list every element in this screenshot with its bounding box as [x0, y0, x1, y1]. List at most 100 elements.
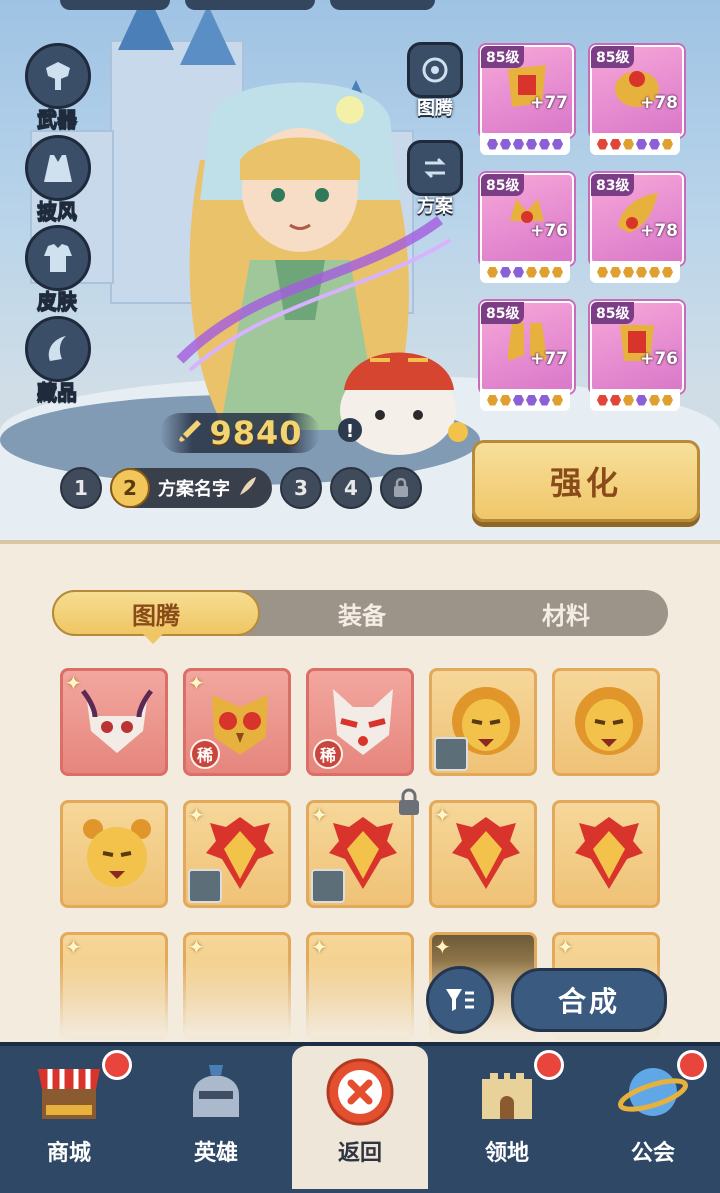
pet-companion[interactable]: !: [330, 330, 470, 460]
equipment-gems: [590, 133, 680, 155]
nav-label: 商城: [46, 1141, 91, 1166]
gem-socket: [500, 394, 511, 406]
plan-button-2-active[interactable]: 2 方案名字: [110, 468, 272, 508]
equipment-enhance: +77: [530, 93, 568, 113]
close-icon: [326, 1058, 394, 1126]
equipment-slot-1[interactable]: 85级 +77: [480, 45, 574, 163]
plan-button-3[interactable]: 3: [280, 467, 322, 509]
gem-socket: [623, 138, 634, 150]
plan-selector: 1 2 方案名字 3 4: [60, 467, 422, 509]
totem-item[interactable]: ✦: [60, 668, 168, 776]
gem-socket: [552, 266, 563, 278]
gem-socket: [597, 138, 608, 150]
equipment-enhance: +77: [530, 349, 568, 369]
hero-avatar: [311, 869, 345, 903]
side-label: 藏品: [37, 380, 78, 405]
gem-socket: [636, 266, 647, 278]
totem-item[interactable]: ✦: [183, 800, 291, 908]
gem-socket: [539, 138, 550, 150]
totem-item[interactable]: ✦ 稀: [183, 668, 291, 776]
nav-back[interactable]: 返回: [305, 1055, 415, 1175]
equipment-slot-2[interactable]: 85级 +78: [590, 45, 684, 163]
cape-icon: [25, 135, 91, 201]
equipment-level: 85级: [591, 46, 635, 68]
notification-dot: [102, 1050, 132, 1080]
star-icon: ✦: [557, 935, 574, 959]
nav-label: 公会: [630, 1141, 675, 1166]
compose-button[interactable]: 合成: [511, 968, 667, 1032]
gem-socket: [487, 138, 498, 150]
totem-item[interactable]: [429, 668, 537, 776]
hero-avatar: [434, 737, 468, 771]
star-icon: ✦: [434, 935, 451, 959]
plan-active-number: 2: [110, 468, 150, 508]
side-label: 皮肤: [37, 289, 78, 314]
plan-lock-icon: [380, 467, 422, 509]
star-icon: ✦: [65, 935, 82, 959]
compose-label: 合成: [557, 985, 620, 1018]
side-label: 武器: [37, 107, 78, 132]
equipment-slot-6[interactable]: 85级 +76: [590, 301, 684, 419]
eagle-mask-icon: [575, 817, 643, 889]
tab-equipment[interactable]: 装备: [260, 590, 464, 636]
gem-socket: [623, 266, 634, 278]
equipment-slot-5[interactable]: 85级 +77: [480, 301, 574, 419]
plan-button-4[interactable]: 4: [330, 467, 372, 509]
equipment-level: 85级: [481, 302, 525, 324]
equipment-enhance: +76: [530, 221, 568, 241]
totem-item[interactable]: ✦: [429, 800, 537, 908]
star-icon: ✦: [311, 935, 328, 959]
gem-socket: [513, 394, 524, 406]
equipment-enhance: +78: [640, 93, 678, 113]
totem-item[interactable]: 稀: [306, 668, 414, 776]
totem-item[interactable]: [552, 668, 660, 776]
totem-item[interactable]: [60, 800, 168, 908]
sword-icon: [177, 418, 203, 448]
side-button-cape[interactable]: 披风: [25, 135, 91, 224]
tab-totem[interactable]: 图腾: [52, 590, 260, 636]
nav-hero[interactable]: 英雄: [161, 1055, 271, 1175]
feather-edit-icon[interactable]: [236, 475, 258, 501]
side-button-collection[interactable]: 藏品: [25, 316, 91, 405]
gem-socket: [500, 266, 511, 278]
notification-dot: [677, 1050, 707, 1080]
equipment-gems: [480, 389, 570, 411]
gem-socket: [552, 138, 563, 150]
equipment-gems: [590, 389, 680, 411]
equipment-level: 83级: [591, 174, 635, 196]
plan-button-1[interactable]: 1: [60, 467, 102, 509]
equipment-slot-3[interactable]: 85级 +76: [480, 173, 574, 291]
tab-materials[interactable]: 材料: [464, 590, 668, 636]
side-label: 披风: [37, 199, 78, 224]
plan-name: 方案名字: [158, 479, 230, 500]
gem-socket: [597, 394, 608, 406]
side-button-skin[interactable]: 皮肤: [25, 225, 91, 314]
filter-button[interactable]: [426, 966, 494, 1034]
gem-socket: [539, 394, 550, 406]
gem-socket: [623, 394, 634, 406]
equipment-gems: [480, 133, 570, 155]
gem-socket: [662, 266, 673, 278]
gem-socket: [526, 394, 537, 406]
resource-bar: [0, 0, 720, 12]
equipment-level: 85级: [481, 46, 525, 68]
enhance-button[interactable]: 强化: [472, 440, 700, 522]
gem-socket: [610, 266, 621, 278]
gem-socket: [526, 138, 537, 150]
gem-socket: [610, 138, 621, 150]
svg-text:!: !: [346, 421, 354, 442]
equipment-level: 85级: [591, 302, 635, 324]
gem-socket: [649, 266, 660, 278]
equipment-slot-4[interactable]: 83级 +78: [590, 173, 684, 291]
totem-item[interactable]: [552, 800, 660, 908]
lock-icon: [399, 788, 419, 815]
combat-power: 9840: [160, 413, 320, 453]
rare-badge: 稀: [313, 739, 343, 769]
gem-socket: [500, 138, 511, 150]
star-icon: ✦: [188, 935, 205, 959]
totem-item[interactable]: ✦: [306, 800, 414, 908]
side-button-weapon[interactable]: 武器: [25, 43, 91, 132]
filter-icon: [446, 989, 474, 1011]
gem-socket: [662, 138, 673, 150]
tab-pointer: [143, 634, 163, 644]
